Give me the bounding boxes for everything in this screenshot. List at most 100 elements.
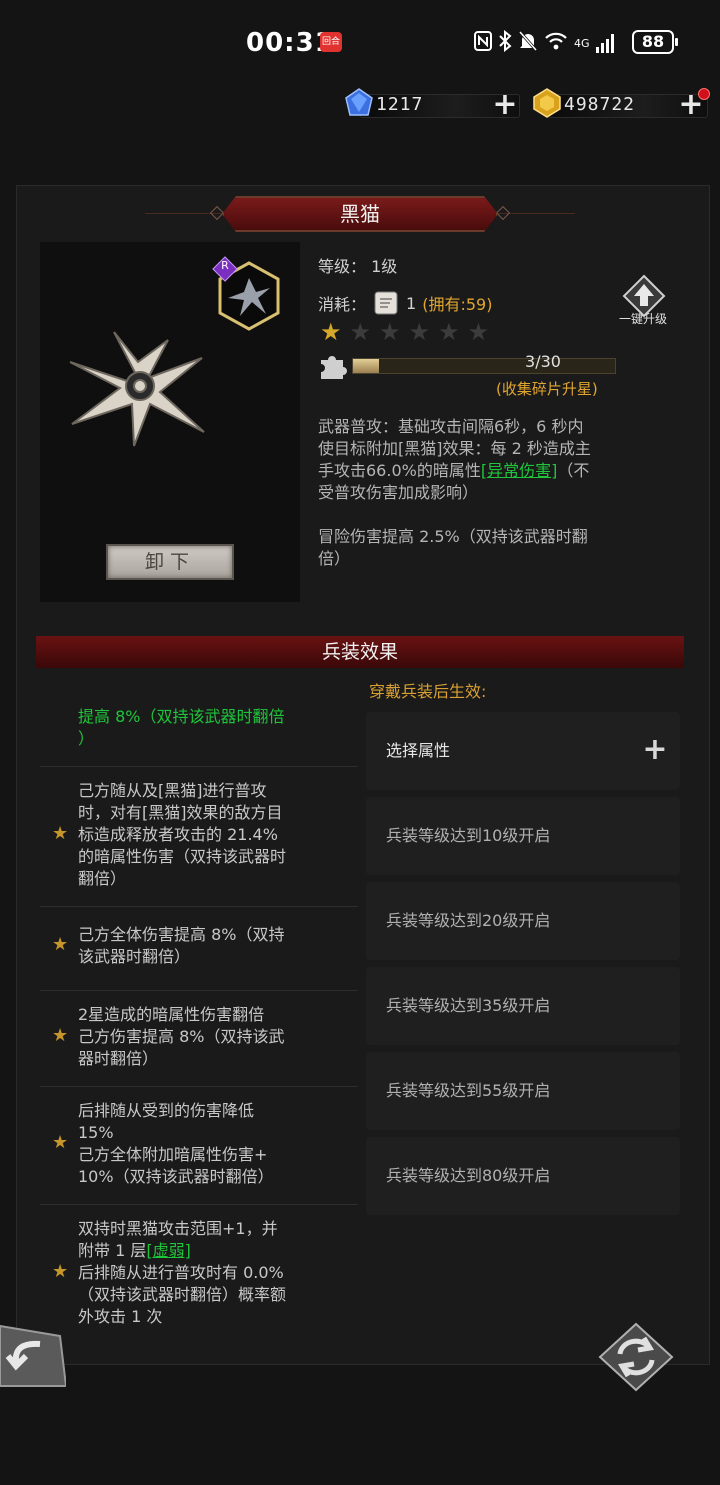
effect-divider bbox=[40, 1086, 358, 1087]
app-badge-icon: 回合 bbox=[320, 32, 342, 52]
effect-line: 己方全体伤害提高 8%（双持 bbox=[78, 925, 285, 944]
star-icon: ★ bbox=[52, 1261, 69, 1282]
swap-button[interactable] bbox=[598, 1322, 674, 1392]
cost-label: 消耗： bbox=[318, 295, 367, 314]
diamond-count: 1217 bbox=[376, 94, 424, 115]
effect-line: 10%（双持该武器时翻倍） bbox=[78, 1167, 274, 1186]
scroll-icon bbox=[374, 291, 398, 315]
level-label: 等级： bbox=[318, 257, 367, 276]
gold-count: 498722 bbox=[564, 94, 636, 115]
slot-label: 兵装等级达到80级开启 bbox=[386, 1166, 551, 1185]
adventure-bonus: 冒险伤害提高 2.5%（双持该武器时翻 倍） bbox=[318, 526, 684, 570]
desc-line: 武器普攻：基础攻击间隔6秒，6 秒内 bbox=[318, 417, 584, 436]
wifi-icon bbox=[544, 31, 568, 56]
status-icons: 4G bbox=[474, 28, 614, 58]
effect-line: 外攻击 1 次 bbox=[78, 1307, 163, 1326]
add-diamonds-button[interactable]: + bbox=[492, 90, 518, 120]
desc-line: 倍） bbox=[318, 549, 351, 568]
fragment-progress-fill bbox=[353, 359, 380, 373]
locked-attribute-slot: 兵装等级达到55级开启 bbox=[366, 1052, 680, 1130]
star-icon: ★ bbox=[408, 318, 431, 346]
effect-line: 提高 8%（双持该武器时翻倍 bbox=[78, 707, 285, 726]
weapon-card[interactable]: R bbox=[212, 256, 282, 332]
fragment-tip: (收集碎片升星) bbox=[496, 380, 598, 398]
effect-divider bbox=[40, 766, 358, 767]
weapon-name: 黑猫 bbox=[340, 202, 380, 226]
level-row: 等级： 1级 bbox=[318, 253, 397, 277]
effect-line: 后排随从受到的伤害降低 bbox=[78, 1101, 255, 1120]
owned-count: (拥有:59) bbox=[422, 295, 493, 314]
effect-line: 己方伤害提高 8%（双持该武 bbox=[78, 1027, 285, 1046]
locked-attribute-slot: 兵装等级达到20级开启 bbox=[366, 882, 680, 960]
effect-line: 该武器时翻倍） bbox=[78, 947, 191, 966]
signal-icon bbox=[595, 33, 614, 53]
star-icon: ★ bbox=[379, 318, 401, 346]
upgrade-label: 一键升级 bbox=[618, 312, 667, 326]
gold-gem-icon bbox=[533, 88, 561, 118]
back-arrow-icon bbox=[0, 1324, 68, 1387]
star-icon: ★ bbox=[52, 934, 69, 955]
effect-text: 提高 8%（双持该武器时翻倍 ） bbox=[78, 706, 356, 750]
status-bar: 00:31 回合 4G 88 bbox=[0, 0, 720, 86]
weaken-link[interactable]: [虚弱] bbox=[146, 1241, 191, 1260]
abnormal-damage-link[interactable]: [异常伤害] bbox=[481, 461, 558, 480]
effect-divider bbox=[40, 1204, 358, 1205]
effect-text: 双持时黑猫攻击范围+1，并 附带 1 层[虚弱] 后排随从进行普攻时有 0.0% （双… bbox=[78, 1218, 356, 1328]
desc-line: 冒险伤害提高 2.5%（双持该武器时翻 bbox=[318, 527, 588, 546]
effect-line: 己方随从及[黑猫]进行普攻 bbox=[78, 781, 267, 800]
plus-icon[interactable]: + bbox=[642, 734, 668, 766]
effect-text: 己方全体伤害提高 8%（双持 该武器时翻倍） bbox=[78, 924, 356, 968]
effects-subtitle: 穿戴兵装后生效: bbox=[369, 682, 487, 701]
slot-label: 兵装等级达到20级开启 bbox=[386, 911, 551, 930]
effect-line: 标造成释放者攻击的 21.4% bbox=[78, 825, 278, 844]
rarity-letter: R bbox=[221, 259, 229, 272]
battery-icon: 88 bbox=[632, 30, 678, 54]
star-icon: ★ bbox=[349, 318, 372, 346]
nfc-icon bbox=[474, 30, 492, 56]
effect-divider bbox=[40, 906, 358, 907]
notification-dot bbox=[698, 88, 710, 100]
locked-attribute-slot: 兵装等级达到80级开启 bbox=[366, 1137, 680, 1215]
effect-text: 己方随从及[黑猫]进行普攻 时，对有[黑猫]效果的敌方目 标造成释放者攻击的 21.… bbox=[78, 780, 356, 890]
effect-line: 器时翻倍） bbox=[78, 1049, 159, 1068]
slot-label: 兵装等级达到10级开启 bbox=[386, 826, 551, 845]
blue-gem-icon bbox=[345, 88, 373, 116]
effect-line: 己方全体附加暗属性伤害+ bbox=[78, 1145, 268, 1164]
locked-attribute-slot: 兵装等级达到35级开启 bbox=[366, 967, 680, 1045]
effect-line: 双持时黑猫攻击范围+1，并 bbox=[78, 1219, 278, 1238]
locked-attribute-slot: 兵装等级达到10级开启 bbox=[366, 797, 680, 875]
desc-line: 使目标附加[黑猫]效果：每 2 秒造成主 bbox=[318, 439, 591, 458]
effect-divider bbox=[40, 990, 358, 991]
effect-line: 2星造成的暗属性伤害翻倍 bbox=[78, 1005, 265, 1024]
effect-line: 附带 1 层[虚弱] bbox=[78, 1241, 191, 1260]
star-icon: ★ bbox=[438, 318, 460, 346]
effect-line: ） bbox=[78, 729, 95, 748]
desc-line: 手攻击66.0%的暗属性[异常伤害]（不 bbox=[318, 461, 590, 480]
effect-line: 时，对有[黑猫]效果的敌方目 bbox=[78, 803, 283, 822]
swap-icon bbox=[598, 1322, 674, 1392]
effects-header: 兵装效果 bbox=[36, 636, 684, 668]
effect-line: 的暗属性伤害（双持该武器时 bbox=[78, 847, 287, 866]
unequip-button[interactable]: 卸下 bbox=[106, 544, 234, 580]
network-type: 4G bbox=[574, 36, 590, 50]
bluetooth-icon bbox=[498, 29, 512, 57]
fragment-count: 3/30 bbox=[525, 352, 561, 371]
star-icon: ★ bbox=[52, 1025, 69, 1046]
star-icon: ★ bbox=[52, 823, 69, 844]
effect-line: 翻倍） bbox=[78, 869, 127, 888]
effect-line: （双持该武器时翻倍）概率额 bbox=[78, 1285, 287, 1304]
star-icon: ★ bbox=[320, 318, 342, 346]
mute-bell-icon bbox=[518, 30, 538, 57]
slot-label: 兵装等级达到55级开启 bbox=[386, 1081, 551, 1100]
star-rating: ★ ★ ★ ★ ★ ★ bbox=[320, 318, 489, 346]
desc-line: 受普攻伤害加成影响） bbox=[318, 483, 479, 502]
back-button[interactable] bbox=[0, 1322, 68, 1390]
gold-currency: 498722 + bbox=[532, 88, 712, 122]
weapon-description: 武器普攻：基础攻击间隔6秒，6 秒内 使目标附加[黑猫]效果：每 2 秒造成主 … bbox=[318, 416, 684, 504]
effect-text: 2星造成的暗属性伤害翻倍己方伤害提高 8%（双持该武 器时翻倍） bbox=[78, 1004, 356, 1070]
star-icon: ★ bbox=[467, 318, 490, 346]
cost-row: 消耗： 1 (拥有:59) bbox=[318, 289, 492, 317]
slot-label: 选择属性 bbox=[386, 741, 451, 760]
select-attribute-slot[interactable]: 选择属性 + bbox=[366, 712, 680, 790]
effect-line: 后排随从进行普攻时有 0.0% bbox=[78, 1263, 284, 1282]
